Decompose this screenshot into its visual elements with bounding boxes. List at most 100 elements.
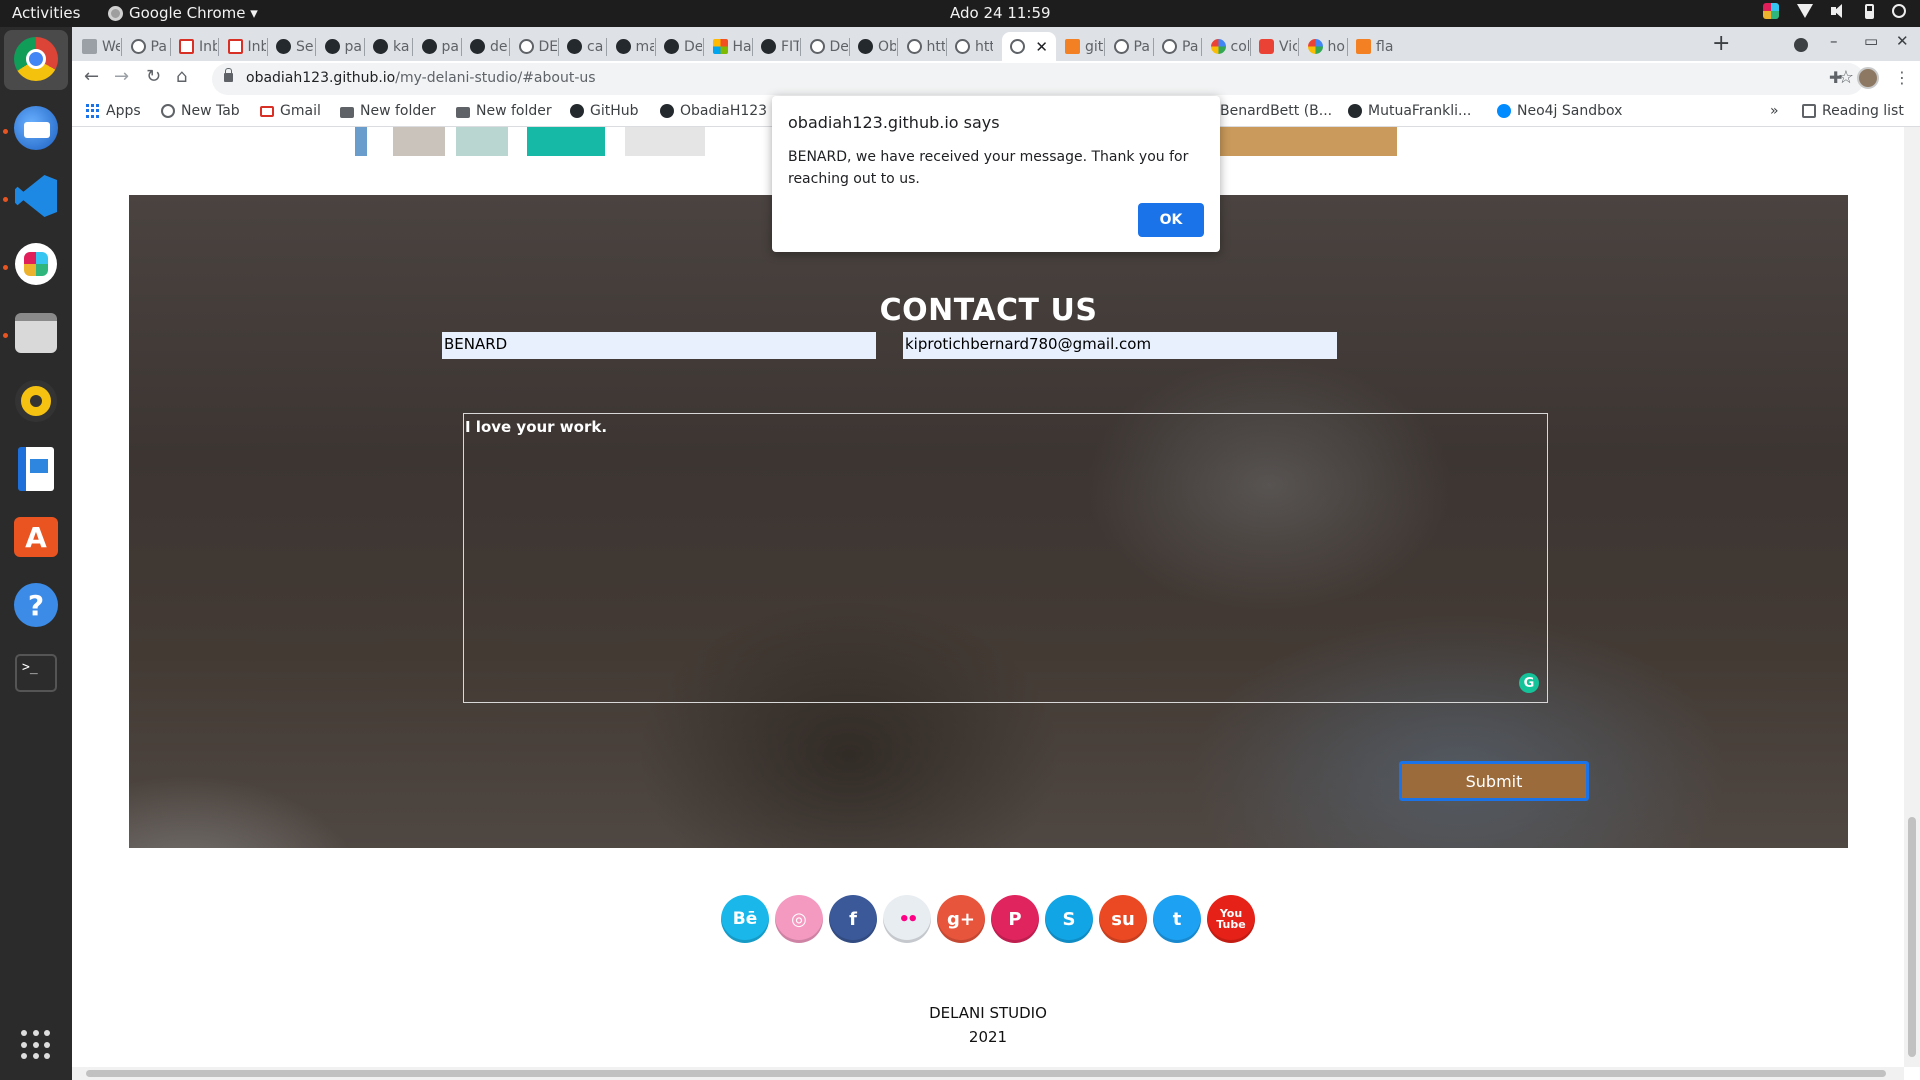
youtube-icon[interactable]: You Tube [1207, 895, 1255, 943]
browser-tab[interactable]: pa [317, 32, 363, 61]
browser-tab[interactable]: Pa [123, 32, 169, 61]
browser-tab[interactable]: Pa [1154, 32, 1200, 61]
portfolio-image[interactable] [527, 127, 605, 156]
address-bar[interactable]: obadiah123.github.io/my-delani-studio/#a… [212, 63, 1864, 95]
browser-tab[interactable]: Inb [171, 32, 217, 61]
forward-icon[interactable]: → [114, 66, 129, 87]
browser-tab[interactable]: ma [608, 32, 654, 61]
browser-tab[interactable]: ca [559, 32, 605, 61]
browser-tab[interactable]: We [74, 32, 120, 61]
app-menu[interactable]: Google Chrome ▾ [108, 4, 258, 22]
close-window-icon[interactable]: ✕ [1896, 32, 1909, 50]
bookmark-folder-2[interactable]: New folder [456, 103, 552, 119]
dock-terminal[interactable]: >_ [12, 649, 60, 697]
battery-icon[interactable] [1865, 3, 1874, 19]
vertical-scrollbar[interactable] [1904, 127, 1920, 1067]
alert-ok-button[interactable]: OK [1138, 203, 1204, 237]
dock-help[interactable]: ? [12, 581, 60, 629]
bookmark-benard[interactable]: BenardBett (B... [1220, 103, 1332, 119]
extensions-icon[interactable]: ✚ [1829, 68, 1842, 87]
browser-tab[interactable]: pa [414, 32, 460, 61]
browser-tab[interactable]: Se [268, 32, 314, 61]
dock-slack[interactable] [12, 240, 60, 288]
bookmark-mutua[interactable]: MutuaFrankli... [1348, 103, 1471, 119]
reload-icon[interactable]: ↻ [146, 66, 161, 87]
scrollbar-thumb[interactable] [1908, 817, 1916, 1057]
browser-tab[interactable]: Pa [1106, 32, 1152, 61]
system-tray[interactable] [1763, 3, 1906, 19]
browser-tab[interactable]: Ha [705, 32, 751, 61]
maximize-icon[interactable]: ▭ [1864, 32, 1878, 50]
browser-tab[interactable]: De [656, 32, 702, 61]
bookmark-gmail[interactable]: Gmail [260, 103, 321, 119]
dock-chrome[interactable] [12, 35, 60, 83]
system-clock[interactable]: Ado 24 11:59 [950, 4, 1051, 22]
browser-tab[interactable]: Inb [220, 32, 266, 61]
bookmark-neo4j[interactable]: Neo4j Sandbox [1497, 103, 1622, 119]
browser-tab[interactable]: htt [899, 32, 945, 61]
bookmark-apps[interactable]: Apps [86, 103, 141, 119]
activities-button[interactable]: Activities [12, 4, 80, 22]
portfolio-image[interactable] [393, 127, 445, 156]
submit-button[interactable]: Submit [1399, 761, 1589, 801]
twitter-icon[interactable]: t [1153, 895, 1201, 943]
back-icon[interactable]: ← [84, 66, 99, 87]
portfolio-image[interactable] [355, 127, 367, 156]
browser-tab[interactable]: de [462, 32, 508, 61]
dribbble-icon[interactable]: ◎ [775, 895, 823, 943]
lock-icon[interactable] [224, 68, 233, 82]
browser-tab[interactable]: ka [365, 32, 411, 61]
portfolio-image[interactable] [625, 127, 705, 156]
chrome-menu-icon[interactable]: ⋮ [1894, 68, 1910, 87]
wifi-icon[interactable] [1797, 4, 1813, 18]
reading-list-button[interactable]: Reading list [1802, 103, 1904, 119]
pinterest-icon[interactable]: P [991, 895, 1039, 943]
dock-thunderbird[interactable] [12, 104, 60, 152]
browser-tab[interactable]: ho [1300, 32, 1346, 61]
message-textarea[interactable]: I love your work. [463, 413, 1548, 703]
profile-avatar[interactable] [1857, 67, 1879, 89]
slack-tray-icon[interactable] [1763, 3, 1779, 19]
facebook-icon[interactable]: f [829, 895, 877, 943]
skype-icon[interactable]: S [1045, 895, 1093, 943]
googleplus-icon[interactable]: g+ [937, 895, 985, 943]
name-input[interactable]: BENARD [442, 332, 876, 359]
grammarly-icon[interactable]: G [1519, 673, 1539, 693]
email-input[interactable]: kiprotichbernard780@gmail.com [903, 332, 1337, 359]
browser-tab[interactable]: Vic [1251, 32, 1297, 61]
browser-tab[interactable]: FIT [753, 32, 799, 61]
browser-tab[interactable]: fla [1348, 32, 1394, 61]
volume-icon[interactable] [1831, 3, 1847, 19]
scrollbar-thumb[interactable] [86, 1070, 1886, 1077]
home-icon[interactable]: ⌂ [176, 66, 187, 87]
bookmark-new-tab[interactable]: New Tab [161, 103, 240, 119]
tab-search-icon[interactable] [1794, 38, 1808, 52]
browser-tab[interactable]: DE [511, 32, 557, 61]
bookmark-folder-1[interactable]: New folder [340, 103, 436, 119]
bookmarks-overflow-button[interactable]: » [1770, 103, 1779, 119]
tab-active[interactable]: ✕ [1002, 32, 1056, 61]
browser-tab[interactable]: col [1203, 32, 1249, 61]
dock-rhythmbox[interactable] [12, 377, 60, 425]
bookmark-obadiah[interactable]: ObadiaH123 [660, 103, 767, 119]
flickr-icon[interactable]: •• [883, 895, 931, 943]
stumbleupon-icon[interactable]: su [1099, 895, 1147, 943]
browser-tab[interactable]: git [1057, 32, 1103, 61]
dock-files[interactable] [12, 309, 60, 357]
portfolio-image[interactable] [456, 127, 508, 156]
browser-tab[interactable]: htt [947, 32, 993, 61]
bookmark-github[interactable]: GitHub [570, 103, 639, 119]
power-icon[interactable] [1892, 4, 1906, 18]
behance-icon[interactable]: Bē [721, 895, 769, 943]
horizontal-scrollbar[interactable] [72, 1067, 1904, 1080]
dock-vscode[interactable] [12, 172, 60, 220]
browser-tab[interactable]: Ob [850, 32, 896, 61]
url-text[interactable]: obadiah123.github.io/my-delani-studio/#a… [246, 70, 596, 86]
dock-writer[interactable] [12, 445, 60, 493]
show-applications-icon[interactable] [21, 1030, 51, 1060]
dock-software[interactable]: A [12, 513, 60, 561]
new-tab-button[interactable]: + [1712, 31, 1730, 56]
browser-tab[interactable]: De [802, 32, 848, 61]
close-tab-icon[interactable]: ✕ [1035, 38, 1056, 56]
minimize-icon[interactable]: – [1830, 32, 1838, 50]
